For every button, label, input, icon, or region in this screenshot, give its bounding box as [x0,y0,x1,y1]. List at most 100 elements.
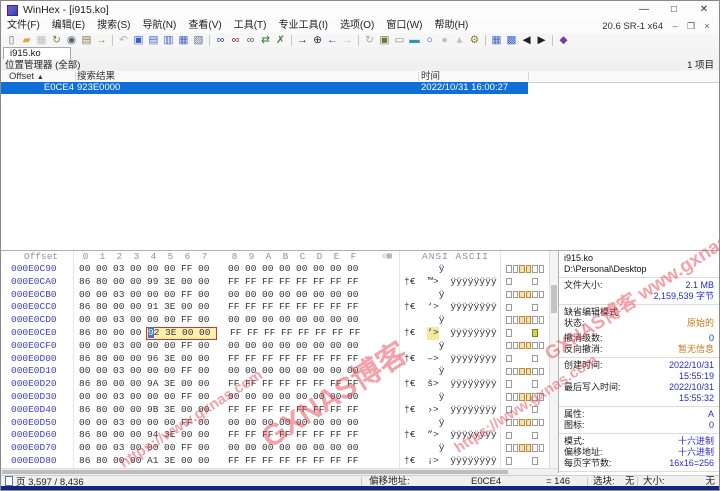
hex-byte[interactable]: 00 [181,455,198,468]
hex-byte[interactable]: FF [313,353,330,366]
hex-byte[interactable]: 00 [130,417,147,430]
hex-byte[interactable]: FF [228,378,245,391]
hex-byte[interactable]: 00 [130,455,147,468]
hex-byte[interactable]: 86 [79,301,96,314]
hex-byte[interactable]: 96 [147,353,164,366]
hex-byte[interactable]: 00 [198,417,215,430]
hex-byte[interactable]: 03 [113,314,130,327]
menu-item-2[interactable]: 搜索(S) [91,19,136,33]
hex-byte[interactable]: 00 [96,340,113,353]
hex-byte[interactable]: 00 [296,314,313,327]
goto-marker-icon[interactable]: ⊕ [310,33,325,47]
hex-byte[interactable]: FF [296,404,313,417]
hex-byte[interactable]: FF [262,455,279,468]
hex-byte[interactable]: FF [279,301,296,314]
mdi-close-button[interactable]: × [699,21,715,31]
ascii-text[interactable]: ÿ [404,314,497,327]
hex-byte[interactable]: FF [279,353,296,366]
ascii-text[interactable]: †€ ”> ÿÿÿÿÿÿÿÿ [404,429,497,442]
hex-byte[interactable]: 00 [113,404,130,417]
hex-byte[interactable]: 00 [164,391,181,404]
hex-byte[interactable]: 00 [296,340,313,353]
hex-byte[interactable]: 00 [313,340,330,353]
eraser-icon[interactable]: ◆ [556,33,571,47]
hex-byte[interactable]: FF [313,455,330,468]
hex-byte[interactable]: 86 [79,276,96,289]
hex-byte[interactable]: 00 [113,378,130,391]
ascii-text[interactable]: †€ ‘> ÿÿÿÿÿÿÿÿ [404,301,497,314]
ascii-text[interactable]: †€ ’> ÿÿÿÿÿÿÿÿ [404,327,497,340]
hex-row-000E0CA0[interactable]: 000E0CA086800000993E0000FFFFFFFFFFFFFFFF… [1,276,558,289]
hex-byte[interactable]: 00 [130,289,147,302]
hex-byte[interactable]: 00 [130,327,147,340]
hex-byte[interactable]: FF [298,327,315,340]
ascii-text[interactable]: †€ ›> ÿÿÿÿÿÿÿÿ [404,404,497,417]
hex-byte[interactable]: 00 [330,289,347,302]
minimize-button[interactable]: — [629,1,659,19]
hex-byte[interactable]: FF [245,353,262,366]
close-button[interactable]: ✕ [689,1,719,19]
hex-byte[interactable]: 80 [96,378,113,391]
open-folder-icon[interactable]: ▰ [19,33,34,47]
hex-byte[interactable]: 00 [130,404,147,417]
hex-byte[interactable]: FF [247,327,264,340]
ascii-text[interactable]: ÿ [404,289,497,302]
hex-byte[interactable]: 80 [96,327,113,340]
hex-byte[interactable]: 00 [113,327,130,340]
hex-byte[interactable]: 00 [198,378,215,391]
hex-byte[interactable]: 00 [130,353,147,366]
hex-byte[interactable]: 00 [228,365,245,378]
hex-byte[interactable]: FF [181,442,198,455]
hex-byte[interactable]: 86 [79,455,96,468]
hex-byte[interactable]: 3E [164,378,181,391]
hex-byte[interactable]: 00 [228,442,245,455]
hex-byte[interactable]: 00 [164,365,181,378]
hex-byte[interactable]: 00 [96,391,113,404]
hex-byte[interactable]: 00 [313,365,330,378]
hex-byte[interactable]: 00 [147,365,164,378]
hex-byte[interactable]: 03 [113,340,130,353]
hex-byte[interactable]: 9B [147,404,164,417]
mdi-minimize-button[interactable]: – [667,21,683,31]
goto-offset-icon[interactable]: → [295,33,310,47]
hex-byte[interactable]: 00 [113,455,130,468]
hex-byte[interactable]: FF [181,417,198,430]
hex-byte[interactable]: 00 [198,301,215,314]
ascii-text[interactable]: †€ ™> ÿÿÿÿÿÿÿÿ [404,276,497,289]
hex-byte[interactable]: 00 [130,263,147,276]
mdi-restore-button[interactable]: ❐ [683,21,699,32]
ascii-text[interactable]: †€ –> ÿÿÿÿÿÿÿÿ [404,353,497,366]
disk-tools-icon[interactable]: ▣ [377,33,392,47]
hex-byte[interactable]: 00 [245,442,262,455]
hex-byte[interactable]: 00 [347,263,364,276]
hex-byte[interactable]: 00 [198,429,215,442]
hex-byte[interactable]: 00 [279,391,296,404]
hex-byte[interactable]: FF [262,301,279,314]
hex-row-000E0D70[interactable]: 000E0D70000003000000FF000000000000000000… [1,442,558,455]
hex-row-000E0CF0[interactable]: 000E0CF0000003000000FF000000000000000000… [1,340,558,353]
hex-byte[interactable]: 00 [164,289,181,302]
hex-byte[interactable]: 00 [228,340,245,353]
column-header-result[interactable]: 搜索结果 [77,71,115,82]
menu-item-9[interactable]: 帮助(H) [429,19,475,33]
hex-byte[interactable]: 00 [113,301,130,314]
hex-byte[interactable]: 00 [245,263,262,276]
hex-byte[interactable]: 00 [330,340,347,353]
hex-byte[interactable]: FF [262,378,279,391]
ascii-text[interactable]: †€ ¡> ÿÿÿÿÿÿÿÿ [404,455,497,468]
hex-byte[interactable]: 03 [113,391,130,404]
hex-byte[interactable]: 00 [147,340,164,353]
tab-i915ko[interactable]: i915.ko [3,47,71,59]
hex-byte[interactable]: FF [245,404,262,417]
hex-byte[interactable]: FF [181,340,198,353]
hex-byte[interactable]: FF [313,276,330,289]
hex-byte[interactable]: A1 [147,455,164,468]
hex-byte[interactable]: 00 [96,442,113,455]
hex-byte[interactable]: 80 [96,301,113,314]
hex-byte[interactable]: 00 [147,391,164,404]
window-tile-icon[interactable]: ▦ [489,33,504,47]
hex-byte[interactable]: 00 [279,417,296,430]
hex-byte[interactable]: FF [245,378,262,391]
hex-byte[interactable]: 00 [262,442,279,455]
hex-byte[interactable]: 00 [296,391,313,404]
